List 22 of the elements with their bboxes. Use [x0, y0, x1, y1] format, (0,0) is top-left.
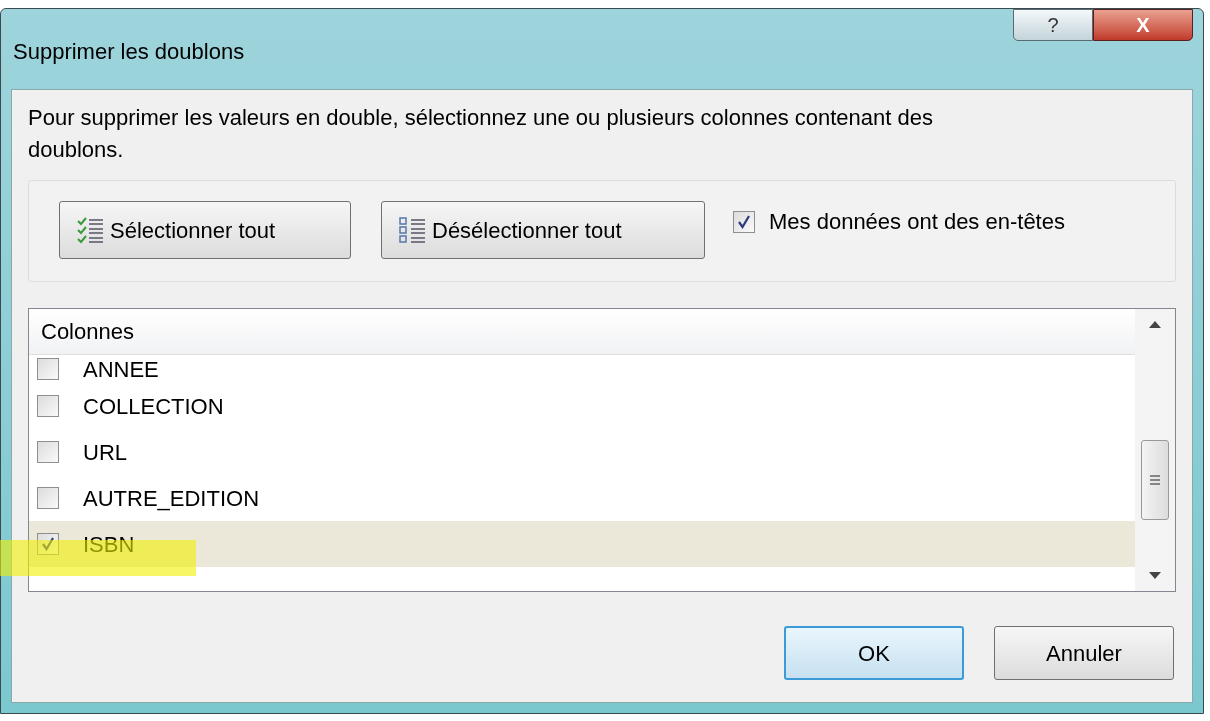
cancel-button[interactable]: Annuler	[994, 626, 1174, 680]
window-title: Supprimer les doublons	[13, 38, 245, 66]
item-checkbox[interactable]	[37, 395, 59, 417]
headers-checkbox[interactable]	[733, 210, 755, 233]
ok-button[interactable]: OK	[784, 626, 964, 680]
description-text: Pour supprimer les valeurs en double, sélectionnez une ou plusieurs colonnes contenant des doublons.	[28, 104, 934, 164]
deselect-all-button[interactable]: Désélectionner tout	[381, 201, 705, 259]
help-button[interactable]: ?	[1013, 9, 1093, 41]
scroll-thumb[interactable]	[1141, 440, 1169, 520]
checkmark-icon	[736, 213, 752, 230]
scroll-up-icon[interactable]	[1148, 319, 1162, 329]
item-checkbox[interactable]	[37, 533, 59, 555]
checklist-icon	[76, 216, 104, 244]
headers-checkbox-label: Mes données ont des en-têtes	[769, 208, 1065, 236]
list-icon	[398, 216, 426, 244]
item-checkbox[interactable]	[37, 487, 59, 509]
checkmark-icon	[40, 536, 56, 552]
item-checkbox[interactable]	[37, 358, 59, 380]
scroll-down-icon[interactable]	[1148, 571, 1162, 581]
select-all-button[interactable]: Sélectionner tout	[59, 201, 351, 259]
item-checkbox[interactable]	[37, 441, 59, 463]
grip-icon	[1150, 474, 1160, 486]
